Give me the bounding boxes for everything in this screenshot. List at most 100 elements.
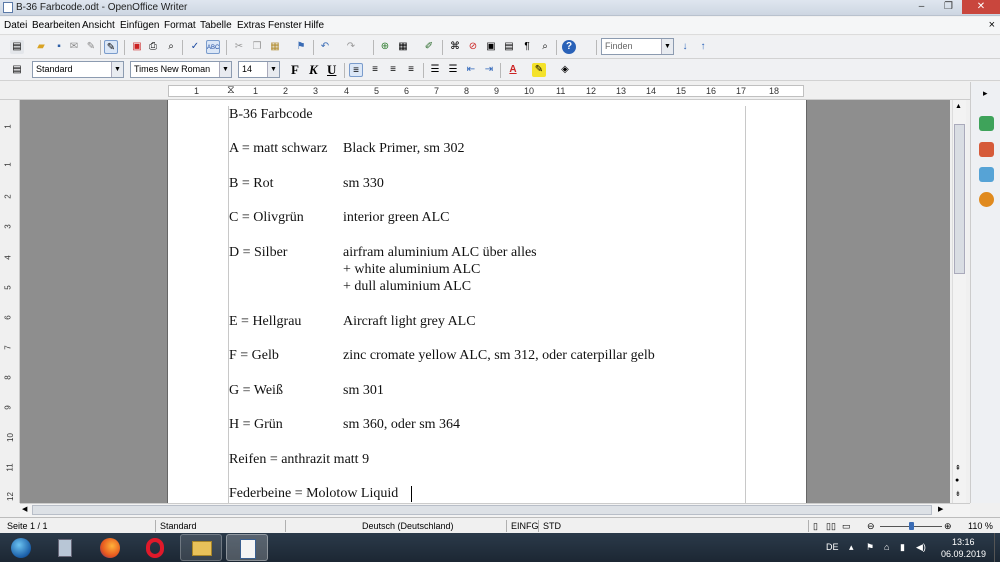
paste-icon[interactable]: ▦ [268,40,282,54]
save-icon[interactable]: ▪ [52,40,66,54]
find-previous-icon[interactable]: ↑ [696,40,710,54]
justify-icon[interactable]: ≡ [404,63,418,77]
print-preview-icon[interactable]: ⌕ [164,40,178,54]
email-icon[interactable]: ✉ [67,40,81,54]
spellcheck-icon[interactable]: ✓ [188,40,202,54]
menu-datei[interactable]: Datei [4,20,27,31]
find-input[interactable]: Finden ▼ [601,38,674,55]
usb-icon[interactable]: ⌂ [884,542,889,552]
undo-icon[interactable]: ↶ [318,40,332,54]
menu-extras[interactable]: Extras [237,20,265,31]
next-page-icon[interactable]: ⇟ [955,490,961,498]
draw-functions-icon[interactable]: ✐ [422,40,436,54]
gallery-icon[interactable] [979,167,994,182]
scroll-left-icon[interactable]: ◀ [22,505,27,513]
highlight-icon[interactable]: ✎ [532,63,546,77]
help-icon[interactable]: ? [562,40,576,54]
clock-date[interactable]: 06.09.2019 [941,549,986,559]
opera-app[interactable] [134,534,176,561]
chevron-down-icon[interactable]: ▼ [267,62,279,77]
page-style[interactable]: Standard [160,521,197,531]
menu-fenster[interactable]: Fenster [268,20,302,31]
document-canvas[interactable]: B-36 Farbcode A = matt schwarz Black Pri… [20,100,950,503]
single-page-view-icon[interactable]: ▯ [813,521,818,532]
navigator-compass-icon[interactable] [979,192,994,207]
menu-tabelle[interactable]: Tabelle [200,20,232,31]
styles-icon[interactable] [979,142,994,157]
increase-indent-icon[interactable]: ⇥ [482,63,496,77]
explorer-app[interactable] [180,534,222,561]
bullets-icon[interactable]: ☰ [446,63,460,77]
close-icon[interactable]: ✕ [962,0,1000,14]
insert-mode[interactable]: EINFG [511,521,539,531]
maximize-icon[interactable]: ❐ [935,0,962,14]
decrease-indent-icon[interactable]: ⇤ [464,63,478,77]
format-paintbrush-icon[interactable]: ⚑ [294,40,308,54]
navigation-icon[interactable]: ● [955,477,959,484]
menu-bearbeiten[interactable]: Bearbeiten [32,20,80,31]
input-language[interactable]: DE [826,542,839,552]
book-view-icon[interactable]: ▭ [842,521,851,532]
zoom-in-icon[interactable]: ⊕ [944,521,952,532]
find-replace-icon[interactable]: ⌘ [448,40,462,54]
find-next-icon[interactable]: ↓ [678,40,692,54]
calculator-app[interactable] [44,534,86,561]
selection-mode[interactable]: STD [543,521,561,531]
underline-button[interactable]: U [327,62,336,78]
table-icon[interactable]: ▦ [396,40,410,54]
italic-button[interactable]: K [309,62,318,78]
vertical-scrollbar[interactable]: ▲ ⇞ ● ⇟ [952,100,966,503]
zoom-out-icon[interactable]: ⊖ [867,521,875,532]
volume-icon[interactable]: ◀) [916,542,926,553]
left-indent-marker[interactable]: ⧖ [227,84,235,97]
font-name-select[interactable]: Times New Roman ▼ [130,61,232,78]
navigator-icon[interactable]: ⊘ [466,40,480,54]
export-pdf-icon[interactable]: ▣ [130,40,144,54]
previous-page-icon[interactable]: ⇞ [955,464,961,472]
numbering-icon[interactable]: ☰ [428,63,442,77]
edit-file-icon[interactable]: ✎ [84,40,98,54]
new-document-icon[interactable]: ▤ [10,40,24,54]
scroll-right-icon[interactable]: ▶ [938,505,943,513]
language-indicator[interactable]: Deutsch (Deutschland) [362,521,454,531]
multi-page-view-icon[interactable]: ▯▯ [826,521,836,532]
network-icon[interactable]: ▮ [900,542,905,553]
flag-icon[interactable]: ⚑ [866,542,874,553]
menu-hilfe[interactable]: Hilfe [304,20,324,31]
chevron-down-icon[interactable]: ▼ [111,62,123,77]
bold-button[interactable]: F [291,62,299,78]
writer-app[interactable] [226,534,268,561]
zoom-icon[interactable]: ⌕ [538,40,552,54]
zoom-slider-thumb[interactable] [909,522,914,530]
show-desktop-button[interactable] [994,533,1000,562]
chevron-down-icon[interactable]: ▼ [661,39,673,54]
horizontal-thumb[interactable] [32,505,932,515]
edit-mode-icon[interactable]: ✎ [104,40,118,54]
firefox-app[interactable] [89,534,131,561]
copy-icon[interactable]: ❐ [250,40,264,54]
minimize-icon[interactable]: – [908,0,935,14]
align-left-icon[interactable]: ≡ [349,63,363,77]
zoom-level[interactable]: 110 % [968,521,993,531]
chevron-down-icon[interactable]: ▼ [219,62,231,77]
menu-ansicht[interactable]: Ansicht [82,20,115,31]
autospellcheck-icon[interactable]: ABC [206,40,220,54]
redo-icon[interactable]: ↷ [344,40,358,54]
horizontal-scrollbar[interactable]: ◀ ▶ [20,503,970,517]
menu-einfuegen[interactable]: Einfügen [120,20,159,31]
sidebar-menu-icon[interactable]: ▸ [983,88,988,99]
data-sources-icon[interactable]: ▤ [502,40,516,54]
menu-format[interactable]: Format [164,20,196,31]
cut-icon[interactable]: ✂ [232,40,246,54]
scroll-up-icon[interactable]: ▲ [955,103,962,110]
start-button[interactable] [3,534,39,561]
font-size-select[interactable]: 14 ▼ [238,61,280,78]
document-page[interactable]: B-36 Farbcode A = matt schwarz Black Pri… [167,100,807,503]
tray-arrow-icon[interactable]: ▴ [849,542,854,553]
font-color-icon[interactable]: A [506,63,520,77]
clock-time[interactable]: 13:16 [952,537,975,547]
styles-formatting-icon[interactable]: ▤ [10,63,24,77]
hyperlink-icon[interactable]: ⊕ [378,40,392,54]
gallery-icon[interactable]: ▣ [484,40,498,54]
background-color-icon[interactable]: ◈ [558,63,572,77]
